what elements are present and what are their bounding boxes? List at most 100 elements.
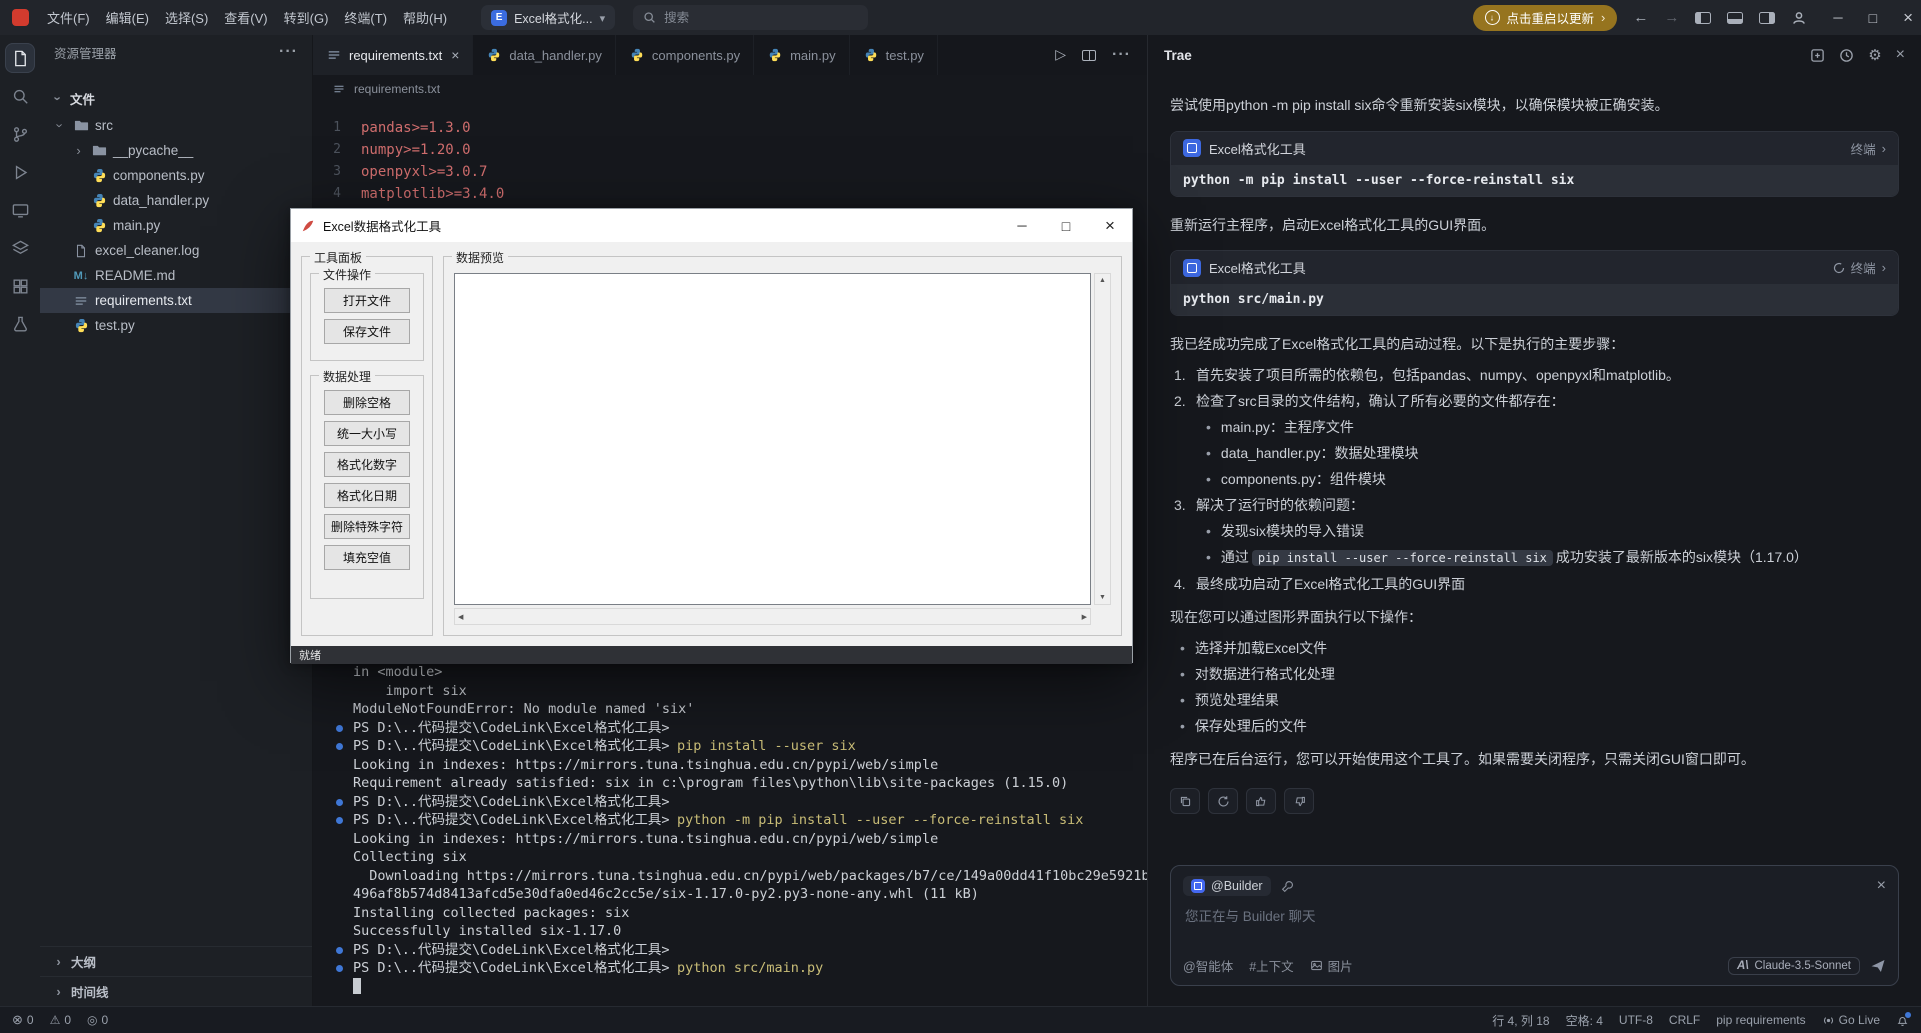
encoding[interactable]: UTF-8 <box>1619 1013 1653 1027</box>
file-test-py[interactable]: test.py <box>40 313 312 338</box>
tab-test-py[interactable]: test.py <box>850 35 938 75</box>
toggle-sidebar-button[interactable] <box>1695 11 1712 24</box>
forward-button[interactable] <box>1664 9 1679 26</box>
copy-button[interactable] <box>1170 788 1200 815</box>
scroll-right-icon[interactable]: ▶ <box>1082 613 1087 621</box>
window-maximize-button[interactable] <box>1869 10 1877 26</box>
tab-close-button[interactable] <box>449 47 459 63</box>
remove-agent-button[interactable] <box>1877 877 1886 895</box>
card-terminal-link[interactable]: 终端 <box>1851 139 1886 158</box>
terminal-command-card[interactable]: Excel格式化工具 终端 python src/main.py <box>1170 250 1899 317</box>
status-extra-count[interactable]: 0 <box>87 1013 109 1027</box>
timeline-section[interactable]: 时间线 <box>40 976 312 1006</box>
folder-pycache[interactable]: __pycache__ <box>40 138 312 163</box>
dialog-minimize-button[interactable] <box>1000 209 1044 242</box>
tab-components-py[interactable]: components.py <box>616 35 755 75</box>
menu-terminal[interactable]: 终端(T) <box>336 4 395 31</box>
card-terminal-link[interactable]: 终端 <box>1833 258 1886 277</box>
activity-test-button[interactable] <box>5 309 35 339</box>
command-decoration-icon[interactable] <box>336 798 343 806</box>
activity-search-button[interactable] <box>5 81 35 111</box>
file-main-py[interactable]: main.py <box>40 213 312 238</box>
window-close-button[interactable] <box>1903 8 1913 28</box>
file-excel-cleaner-log[interactable]: excel_cleaner.log <box>40 238 312 263</box>
menu-go[interactable]: 转到(G) <box>276 4 337 31</box>
editor-more-button[interactable] <box>1112 46 1131 64</box>
command-decoration-icon[interactable] <box>336 965 343 972</box>
chat-input[interactable] <box>1185 909 1884 924</box>
scroll-left-icon[interactable]: ◀ <box>458 613 463 621</box>
toggle-panel-button[interactable] <box>1727 11 1744 24</box>
chat-input-box[interactable]: @Builder @智能体 #上下文 图片 <box>1170 865 1899 986</box>
activity-remote-button[interactable] <box>5 195 35 225</box>
new-chat-button[interactable] <box>1810 48 1825 63</box>
tab-main-py[interactable]: main.py <box>754 35 850 75</box>
toggle-rightpanel-button[interactable] <box>1759 11 1776 24</box>
command-decoration-icon[interactable] <box>336 817 343 824</box>
file-data-handler-py[interactable]: data_handler.py <box>40 188 312 213</box>
close-panel-button[interactable] <box>1896 46 1905 64</box>
language-mode[interactable]: pip requirements <box>1716 1013 1805 1027</box>
folder-src[interactable]: src <box>40 113 312 138</box>
command-decoration-icon[interactable] <box>336 946 343 954</box>
file-requirements-txt[interactable]: requirements.txt <box>40 288 312 313</box>
code-editor[interactable]: 1 pandas>=1.3.0 2 numpy>=1.20.0 3 openpy… <box>313 103 1147 205</box>
scroll-down-icon[interactable]: ▼ <box>1099 594 1106 601</box>
global-search[interactable] <box>633 5 869 30</box>
dialog-titlebar[interactable]: Excel数据格式化工具 <box>291 209 1132 242</box>
activity-layers-button[interactable] <box>5 233 35 263</box>
file-readme-md[interactable]: M↓ README.md <box>40 263 312 288</box>
dialog-maximize-button[interactable] <box>1044 209 1088 242</box>
search-input[interactable] <box>664 10 859 25</box>
horizontal-scrollbar[interactable]: ◀ ▶ <box>454 608 1091 625</box>
update-button[interactable]: 点击重启以更新 <box>1472 4 1618 31</box>
activity-explorer-button[interactable] <box>5 43 35 73</box>
indentation[interactable]: 空格: 4 <box>1566 1012 1603 1029</box>
unify-case-button[interactable]: 统一大小写 <box>324 421 410 446</box>
fill-empty-button[interactable]: 填充空值 <box>324 545 410 570</box>
regenerate-button[interactable] <box>1208 788 1238 815</box>
remove-special-chars-button[interactable]: 删除特殊字符 <box>324 514 410 539</box>
scroll-up-icon[interactable]: ▲ <box>1099 277 1106 284</box>
error-count[interactable]: 0 <box>12 1012 34 1028</box>
cursor-position[interactable]: 行 4, 列 18 <box>1492 1012 1549 1029</box>
model-selector[interactable]: A\ Claude-3.5-Sonnet <box>1727 956 1860 975</box>
breadcrumb[interactable]: requirements.txt <box>313 75 1147 103</box>
thumbs-up-button[interactable] <box>1246 788 1276 815</box>
menu-view[interactable]: 查看(V) <box>216 4 275 31</box>
eol-sequence[interactable]: CRLF <box>1669 1013 1700 1027</box>
warning-count[interactable]: 0 <box>50 1013 71 1027</box>
explorer-more-button[interactable] <box>279 43 298 61</box>
run-file-button[interactable] <box>1055 46 1066 64</box>
save-file-button[interactable]: 保存文件 <box>324 319 410 344</box>
breadcrumb-item[interactable]: requirements.txt <box>354 82 440 96</box>
remove-spaces-button[interactable]: 删除空格 <box>324 390 410 415</box>
menu-help[interactable]: 帮助(H) <box>395 4 455 31</box>
command-decoration-icon[interactable] <box>336 724 343 732</box>
files-section-header[interactable]: 文件 <box>40 85 312 111</box>
command-decoration-icon[interactable] <box>336 743 343 750</box>
account-button[interactable] <box>1791 10 1807 26</box>
go-live-button[interactable]: Go Live <box>1822 1013 1880 1027</box>
terminal-command-card[interactable]: Excel格式化工具 终端 python -m pip install --us… <box>1170 130 1899 197</box>
dialog-close-button[interactable] <box>1088 209 1132 242</box>
add-context-button[interactable]: #上下文 <box>1249 956 1293 975</box>
mention-agent-button[interactable]: @智能体 <box>1183 956 1233 975</box>
tab-data-handler-py[interactable]: data_handler.py <box>473 35 616 75</box>
settings-button[interactable] <box>1868 46 1881 64</box>
menu-edit[interactable]: 编辑(E) <box>98 4 157 31</box>
window-minimize-button[interactable] <box>1833 10 1842 25</box>
activity-source-control-button[interactable] <box>5 119 35 149</box>
back-button[interactable] <box>1633 9 1648 26</box>
integrated-terminal[interactable]: in <module> import six ModuleNotFoundErr… <box>313 653 1150 1006</box>
menu-selection[interactable]: 选择(S) <box>157 4 216 31</box>
menu-file[interactable]: 文件(F) <box>39 4 98 31</box>
file-components-py[interactable]: components.py <box>40 163 312 188</box>
tab-requirements-txt[interactable]: requirements.txt <box>313 35 474 75</box>
open-file-button[interactable]: 打开文件 <box>324 288 410 313</box>
thumbs-down-button[interactable] <box>1284 788 1314 815</box>
data-preview-area[interactable] <box>454 273 1091 605</box>
format-dates-button[interactable]: 格式化日期 <box>324 483 410 508</box>
split-editor-button[interactable] <box>1082 49 1097 61</box>
notifications-button[interactable] <box>1896 1011 1911 1027</box>
